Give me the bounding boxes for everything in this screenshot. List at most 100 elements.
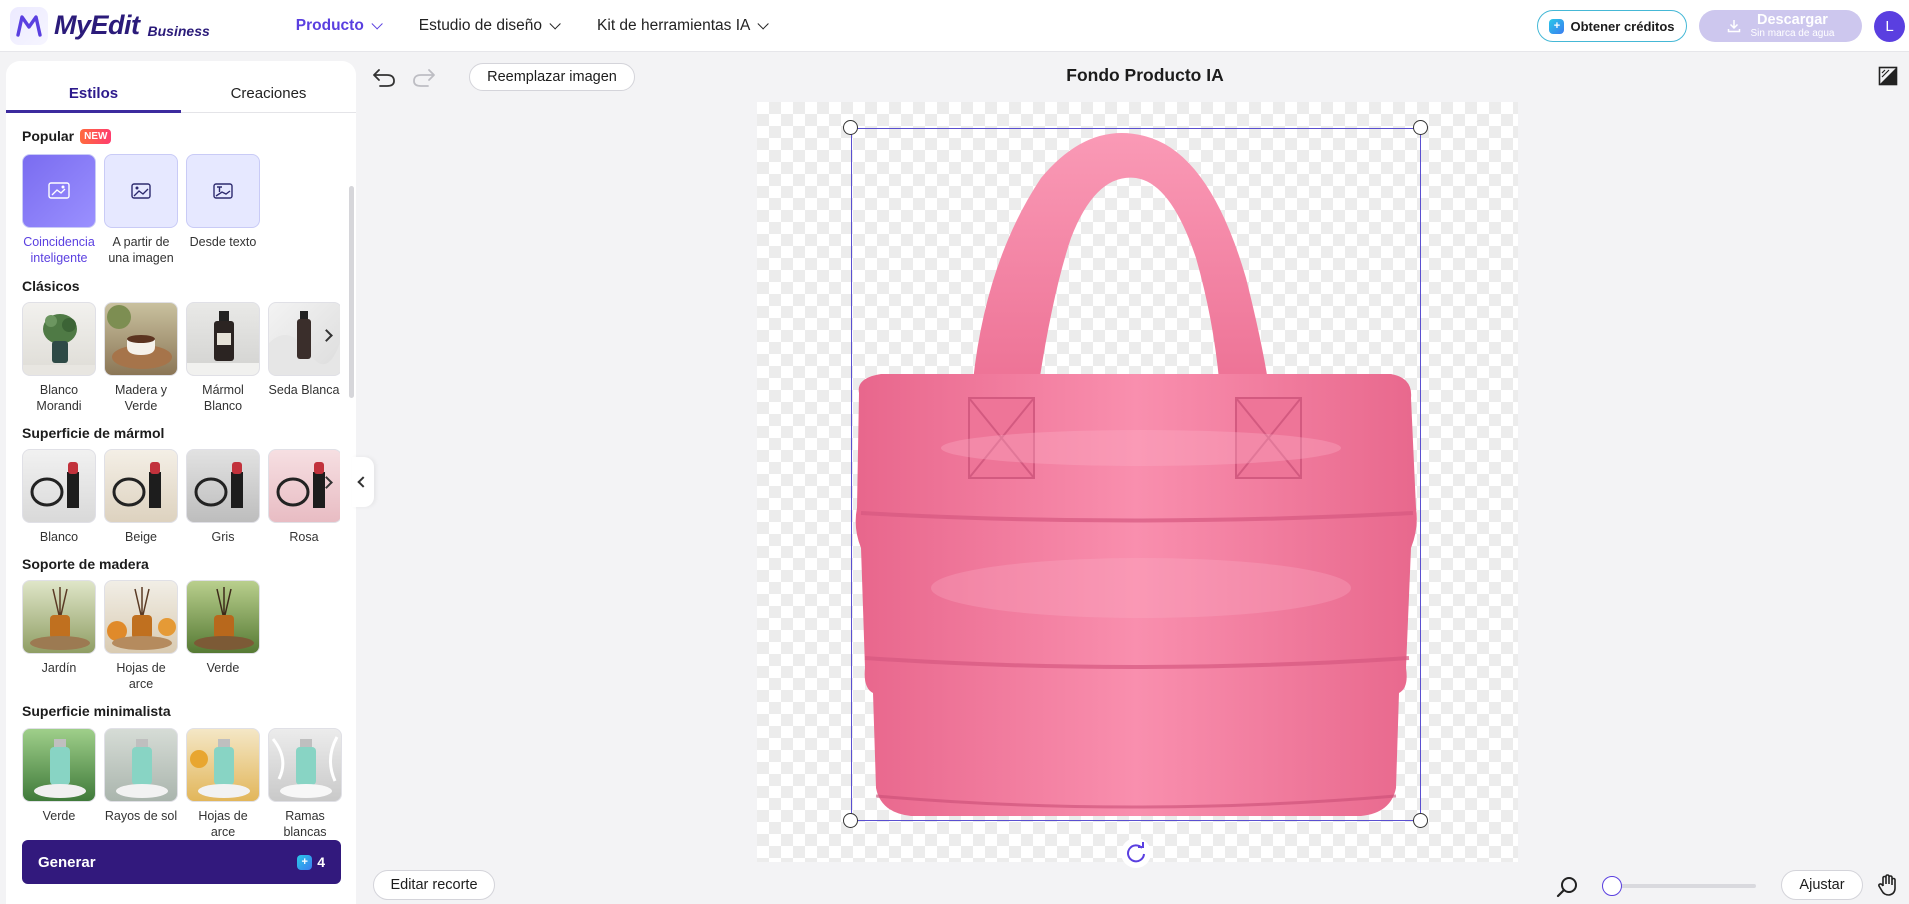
download-icon [1727, 20, 1740, 33]
section-minimalista: Superficie minimalista [22, 703, 171, 719]
tile-label: Verde [206, 661, 240, 675]
credit-icon: + [1549, 18, 1565, 34]
edit-crop-button[interactable]: Editar recorte [373, 870, 495, 900]
generate-cost: +4 [297, 854, 325, 870]
replace-image-button[interactable]: Reemplazar imagen [469, 63, 635, 91]
style-ramas-blancas[interactable]: Ramas blancas [268, 728, 342, 840]
download-label: Descargar [1757, 11, 1828, 28]
get-credits-button[interactable]: + Obtener créditos [1537, 10, 1687, 42]
zoom-slider-track[interactable] [1611, 884, 1756, 888]
nav-kit-label: Kit de herramientas IA [597, 16, 751, 34]
panel-scrollbar[interactable] [349, 186, 354, 398]
nav-estudio-diseno[interactable]: Estudio de diseño [418, 16, 561, 35]
tile-label: Ramas blancas [283, 809, 327, 839]
style-coincidencia-inteligente[interactable]: Coincidencia inteligente [22, 154, 96, 266]
resize-handle-bottom-left[interactable] [843, 813, 858, 828]
style-marmol-beige[interactable]: Beige [104, 449, 178, 545]
myedit-logo-icon [10, 6, 48, 45]
style-marmol-rosa[interactable]: Rosa [268, 449, 340, 545]
marmol-blanco-thumb [186, 302, 260, 376]
style-marmol-blanco-surface[interactable]: Blanco [22, 449, 96, 545]
tile-label: Desde texto [189, 235, 257, 249]
undo-icon[interactable] [371, 65, 397, 89]
madera-verde-thumb [104, 302, 178, 376]
brand-tier: Business [147, 22, 210, 39]
style-seda-blanca[interactable]: Seda Blanca [268, 302, 340, 398]
tile-label: Hojas de arce [116, 661, 166, 691]
chevron-down-icon [371, 17, 383, 30]
ramas-blancas-thumb [268, 728, 342, 802]
tile-label: Blanco Morandi [36, 383, 82, 413]
style-desde-texto[interactable]: Desde texto [186, 154, 260, 250]
style-madera-y-verde[interactable]: Madera y Verde [104, 302, 178, 414]
style-minimalista-verde[interactable]: Verde [22, 728, 96, 824]
smart-match-thumb [22, 154, 96, 228]
panel-tabs: Estilos Creaciones [6, 61, 356, 113]
download-button[interactable]: Descargar Sin marca de agua [1699, 10, 1862, 42]
minimalista-hojas-thumb [186, 728, 260, 802]
section-clasicos-title: Clásicos [22, 278, 80, 294]
compare-icon[interactable] [1878, 66, 1898, 86]
text-image-icon [213, 183, 233, 199]
style-minimalista-hojas-de-arce[interactable]: Hojas de arce [186, 728, 260, 840]
zoom-icon[interactable] [1556, 876, 1578, 898]
tile-label: Beige [125, 530, 157, 544]
avatar[interactable]: L [1874, 11, 1905, 42]
marmol-next-arrow-icon[interactable] [316, 472, 336, 492]
style-blanco-morandi[interactable]: Blanco Morandi [22, 302, 96, 414]
download-sublabel: Sin marca de agua [1750, 28, 1835, 40]
style-madera-verde[interactable]: Verde [186, 580, 260, 676]
smart-match-icon [48, 182, 70, 199]
tile-label: Madera y Verde [114, 383, 168, 413]
rotate-icon [1127, 842, 1145, 863]
tile-label: Coincidencia inteligente [23, 235, 95, 265]
style-jardin[interactable]: Jardín [22, 580, 96, 676]
nav-estudio-label: Estudio de diseño [418, 16, 543, 34]
rayos-de-sol-thumb [104, 728, 178, 802]
style-hojas-de-arce[interactable]: Hojas de arce [104, 580, 178, 692]
minimalista-verde-thumb [22, 728, 96, 802]
image-icon [131, 183, 151, 199]
logo[interactable]: MyEdit Business [10, 0, 210, 52]
clasicos-next-arrow-icon[interactable] [316, 325, 336, 345]
credits-label: Obtener créditos [1570, 18, 1675, 34]
hojas-de-arce-thumb [104, 580, 178, 654]
resize-handle-top-right[interactable] [1413, 120, 1428, 135]
tile-label: Rayos de sol [104, 809, 178, 823]
generate-cost-value: 4 [317, 854, 325, 870]
tile-label: Hojas de arce [198, 809, 248, 839]
style-rayos-de-sol[interactable]: Rayos de sol [104, 728, 178, 824]
chevron-left-icon [357, 476, 369, 488]
fit-button[interactable]: Ajustar [1781, 870, 1863, 900]
zoom-slider-knob[interactable] [1602, 876, 1622, 896]
style-marmol-blanco[interactable]: Mármol Blanco [186, 302, 260, 414]
tile-label: Gris [211, 530, 235, 544]
marmol-gris-thumb [186, 449, 260, 523]
tile-label: Rosa [289, 530, 319, 544]
section-marmol: Superficie de mármol [22, 425, 164, 441]
resize-handle-bottom-right[interactable] [1413, 813, 1428, 828]
nav-producto-label: Producto [295, 16, 364, 34]
section-marmol-title: Superficie de mármol [22, 425, 165, 441]
selection-box[interactable] [851, 128, 1421, 821]
tile-label: Jardín [41, 661, 77, 675]
resize-handle-top-left[interactable] [843, 120, 858, 135]
section-madera-title: Soporte de madera [22, 556, 149, 572]
tab-creaciones[interactable]: Creaciones [181, 61, 356, 112]
tile-label: A partir de una imagen [108, 235, 174, 265]
tile-label: Seda Blanca [268, 383, 340, 397]
tab-estilos[interactable]: Estilos [6, 61, 181, 113]
section-clasicos: Clásicos [22, 278, 80, 294]
generate-button[interactable]: Generar +4 [22, 840, 341, 884]
collapse-panel-button[interactable] [352, 457, 374, 507]
nav-producto[interactable]: Producto [295, 16, 383, 35]
tile-label: Blanco [39, 530, 79, 544]
nav-kit-ia[interactable]: Kit de herramientas IA [597, 16, 770, 35]
rotate-handle[interactable] [1121, 838, 1151, 868]
hand-icon[interactable] [1876, 873, 1900, 897]
style-marmol-gris[interactable]: Gris [186, 449, 260, 545]
style-a-partir-de-imagen[interactable]: A partir de una imagen [104, 154, 178, 266]
madera-verde-style-thumb [186, 580, 260, 654]
chevron-down-icon [549, 17, 561, 30]
redo-icon[interactable] [411, 65, 437, 89]
